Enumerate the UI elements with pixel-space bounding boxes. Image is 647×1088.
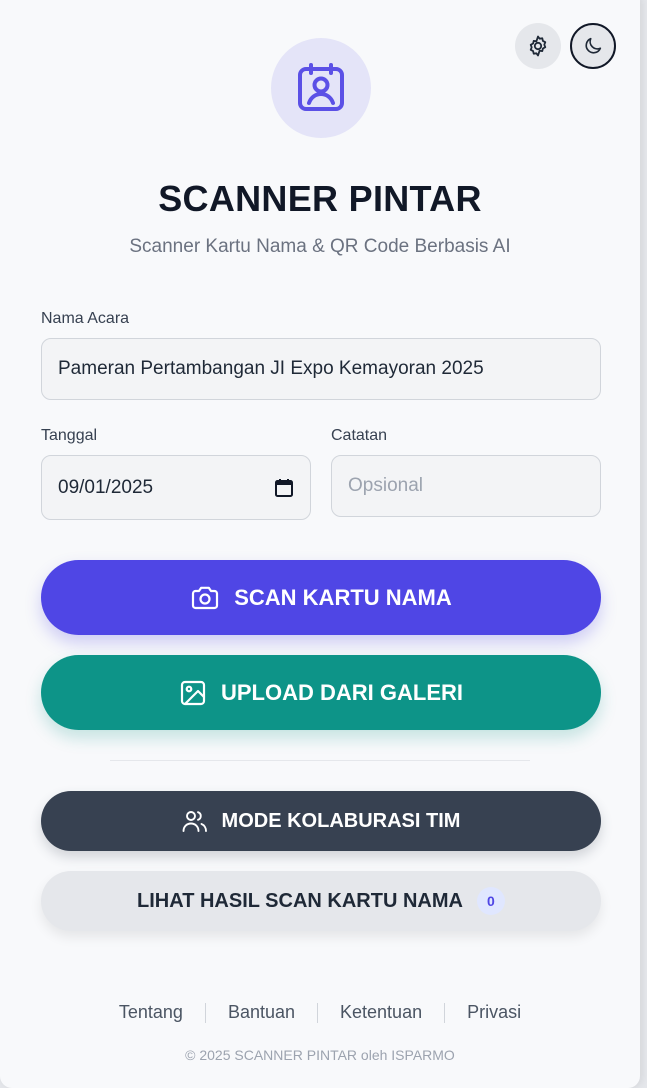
- notes-input[interactable]: [331, 455, 601, 517]
- footer-separator: [317, 1002, 319, 1023]
- date-input[interactable]: 09/01/2025: [41, 455, 311, 520]
- theme-toggle-button[interactable]: [570, 23, 616, 69]
- event-name-label: Nama Acara: [41, 310, 130, 327]
- contact-badge-icon: [294, 61, 348, 115]
- event-name-input[interactable]: [41, 338, 601, 400]
- view-results-label: LIHAT HASIL SCAN KARTU NAMA: [137, 889, 463, 912]
- date-label: Tanggal: [41, 427, 98, 444]
- moon-icon: [582, 35, 604, 57]
- footer-separator: [204, 1002, 206, 1023]
- upload-gallery-button[interactable]: UPLOAD DARI GALERI: [41, 655, 601, 730]
- footer-separator: [444, 1002, 446, 1023]
- settings-button[interactable]: [515, 23, 561, 69]
- scan-card-label: SCAN KARTU NAMA: [234, 584, 452, 610]
- app-logo: [271, 38, 371, 138]
- users-icon: [182, 809, 208, 833]
- app-subtitle: Scanner Kartu Nama & QR Code Berbasis AI: [129, 236, 511, 257]
- section-divider: [110, 760, 530, 761]
- notes-label: Catatan: [331, 427, 388, 444]
- calendar-icon[interactable]: [274, 478, 294, 498]
- date-value: 09/01/2025: [58, 476, 154, 498]
- app-title: SCANNER PINTAR: [158, 178, 482, 219]
- footer-link-terms[interactable]: Ketentuan: [340, 1002, 422, 1023]
- footer-links: Tentang Bantuan Ketentuan Privasi: [0, 1002, 640, 1023]
- main-card: SCANNER PINTAR Scanner Kartu Nama & QR C…: [0, 0, 640, 1088]
- team-collaboration-label: MODE KOLABURASI TIM: [221, 809, 461, 832]
- footer-link-about[interactable]: Tentang: [119, 1002, 183, 1023]
- results-count-badge: 0: [476, 887, 505, 915]
- team-collaboration-button[interactable]: MODE KOLABURASI TIM: [41, 791, 601, 851]
- image-icon: [179, 679, 207, 707]
- upload-gallery-label: UPLOAD DARI GALERI: [221, 679, 463, 705]
- scan-card-button[interactable]: SCAN KARTU NAMA: [41, 560, 601, 635]
- copyright-text: © 2025 SCANNER PINTAR oleh ISPARMO: [185, 1047, 455, 1063]
- footer-link-privacy[interactable]: Privasi: [467, 1002, 521, 1023]
- camera-icon: [190, 585, 220, 611]
- footer-link-help[interactable]: Bantuan: [228, 1002, 295, 1023]
- view-results-button[interactable]: LIHAT HASIL SCAN KARTU NAMA 0: [41, 871, 601, 931]
- settings-gear-icon: [526, 34, 550, 58]
